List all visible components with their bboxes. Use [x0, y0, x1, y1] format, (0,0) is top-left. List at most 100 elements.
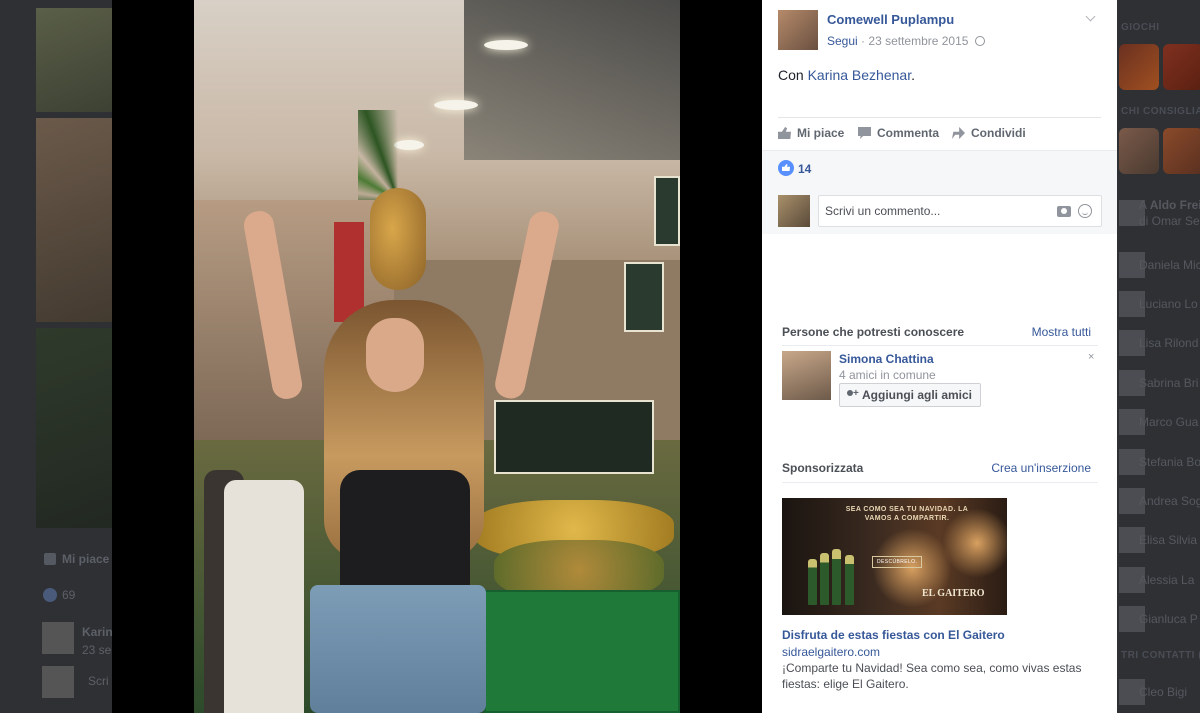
photo-sidebar-panel: Comewell Puplampu Segui · 23 settembre 2… [762, 0, 1117, 713]
background-suggested-header: CHI CONSIGLIARE [1121, 106, 1200, 117]
background-notice-suffix: di Omar Se [1139, 214, 1200, 228]
thumbs-up-icon [778, 127, 791, 139]
background-contact-name: Cleo Bigi [1139, 685, 1188, 699]
post-photo[interactable] [194, 0, 680, 713]
background-contact-name: Luciano Lo [1139, 297, 1198, 311]
background-comment-name: Karin [82, 625, 113, 639]
background-contact-name: Sabrina Bri [1139, 376, 1199, 390]
current-user-avatar [778, 195, 810, 227]
emoji-icon[interactable] [1078, 204, 1092, 218]
reactions-and-comments: 14 [762, 150, 1117, 234]
camera-icon[interactable] [1057, 206, 1071, 217]
follow-link[interactable]: Segui [827, 34, 858, 48]
ceiling-light [484, 40, 528, 50]
background-notice: A Aldo Frei di Omar Se [1117, 194, 1200, 234]
person-face [366, 318, 424, 392]
background-like-label: Mi piace [62, 552, 110, 566]
background-contact: Sabrina Bri [1117, 364, 1200, 404]
background-contact-name: Lisa Rilond [1139, 336, 1199, 350]
comment-button[interactable]: Commenta [858, 125, 939, 141]
author-avatar[interactable] [778, 10, 818, 50]
share-label: Condividi [971, 126, 1026, 140]
bottle [845, 555, 854, 605]
background-reply-prompt: Scri [88, 674, 109, 688]
background-game-icon [1163, 44, 1200, 90]
ad-description: ¡Comparte tu Navidad! Sea como sea, como… [782, 661, 1082, 691]
like-button[interactable]: Mi piace [778, 125, 844, 141]
background-contact-name: Stefania Bo [1139, 455, 1200, 469]
suggested-person-name[interactable]: Simona Chattina [839, 352, 934, 366]
ad-domain[interactable]: sidraelgaitero.com [782, 645, 880, 659]
background-game-icon [1119, 44, 1159, 90]
ceiling-light [434, 100, 478, 110]
background-game-icon [1119, 128, 1159, 174]
see-all-link[interactable]: Mostra tutti [1032, 325, 1091, 339]
background-contact-name: Gianluca P [1139, 612, 1198, 626]
ad-cta-label: DESCÚBRELO. [872, 556, 923, 568]
divider [782, 482, 1098, 483]
background-like-count: 69 [62, 588, 76, 602]
add-friend-icon [847, 388, 859, 400]
background-contact: Luciano Lo [1117, 285, 1200, 325]
comment-label: Commenta [877, 126, 940, 140]
mutual-friends-count[interactable]: 4 amici in comune [839, 368, 936, 382]
comment-input[interactable] [825, 204, 1045, 218]
bottle [808, 559, 817, 605]
background-comment-date: 23 se [82, 643, 112, 657]
post-date[interactable]: 23 settembre 2015 [868, 34, 968, 48]
ad-title[interactable]: Disfruta de estas fiestas con El Gaitero [782, 628, 1005, 642]
photo-viewer[interactable] [112, 0, 762, 713]
post-text-suffix: . [911, 67, 915, 83]
background-contact-name: Daniela Mic [1139, 258, 1200, 272]
share-button[interactable]: Condividi [952, 125, 1026, 141]
suggested-person-avatar[interactable] [782, 351, 831, 400]
pineapple-crown [358, 110, 438, 200]
pineapple [370, 188, 426, 290]
background-like-icon [44, 553, 56, 565]
tagged-person-link[interactable]: Karina Bezhenar [808, 67, 912, 83]
background-notice-name: Aldo Frei [1149, 198, 1200, 212]
background-contact: Andrea Sog [1117, 482, 1200, 522]
post-text-prefix: Con [778, 67, 808, 83]
meta-separator: · [861, 34, 866, 48]
comment-composer[interactable] [818, 195, 1102, 227]
background-contact: Lisa Rilond [1117, 324, 1200, 364]
add-friend-button[interactable]: Aggiungi agli amici [839, 383, 982, 407]
background-photo [36, 328, 112, 528]
background-avatar [42, 666, 74, 698]
like-label: Mi piace [797, 126, 845, 140]
comment-icon [858, 127, 871, 139]
background-contact: Gianluca P [1117, 600, 1200, 640]
background-photo [36, 8, 112, 112]
ad-headline: SEA COMO SEA TU NAVIDAD. LA VAMOS A COMP… [845, 506, 969, 522]
author-name[interactable]: Comewell Puplampu [827, 12, 954, 27]
divider [782, 345, 1098, 346]
post-text: Con Karina Bezhenar. [778, 67, 915, 83]
background-contact: Daniela Mic [1117, 246, 1200, 286]
chevron-down-icon[interactable] [1084, 12, 1098, 26]
globe-icon[interactable] [974, 36, 985, 46]
close-icon[interactable]: × [1088, 351, 1094, 363]
add-friend-label: Aggiungi agli amici [862, 388, 973, 402]
background-game-icon [1163, 128, 1200, 174]
background-contact: Elisa Silvia [1117, 521, 1200, 561]
background-contact: Marco Gua [1117, 403, 1200, 443]
background-contacts-header: TRI CONTATTI ( [1121, 650, 1200, 661]
background-contact-name: Andrea Sog [1139, 494, 1200, 508]
background-contact: Alessia La [1117, 561, 1200, 601]
ad-brand-logo: EL GAITERO [922, 588, 985, 599]
like-reaction-icon[interactable] [778, 160, 794, 176]
background-contact: Cleo Bigi [1117, 673, 1200, 713]
background-contact-name: Elisa Silvia [1139, 533, 1198, 547]
ad-image[interactable]: SEA COMO SEA TU NAVIDAD. LA VAMOS A COMP… [782, 498, 1007, 615]
background-reaction-icon [43, 588, 57, 602]
create-ad-link[interactable]: Crea un'inserzione [991, 461, 1091, 475]
post-meta: Segui · 23 settembre 2015 [827, 34, 985, 48]
background-right-sidebar: GIOCHI CHI CONSIGLIARE A Aldo Frei di Om… [1117, 0, 1200, 713]
divider [778, 117, 1101, 118]
reaction-count[interactable]: 14 [798, 162, 811, 176]
background-feed-column: Mi piace 69 Karin 23 se Scri [0, 0, 113, 713]
background-games-header: GIOCHI [1121, 22, 1160, 33]
background-notice-prefix: A [1139, 198, 1150, 212]
background-contact-name: Marco Gua [1139, 415, 1199, 429]
